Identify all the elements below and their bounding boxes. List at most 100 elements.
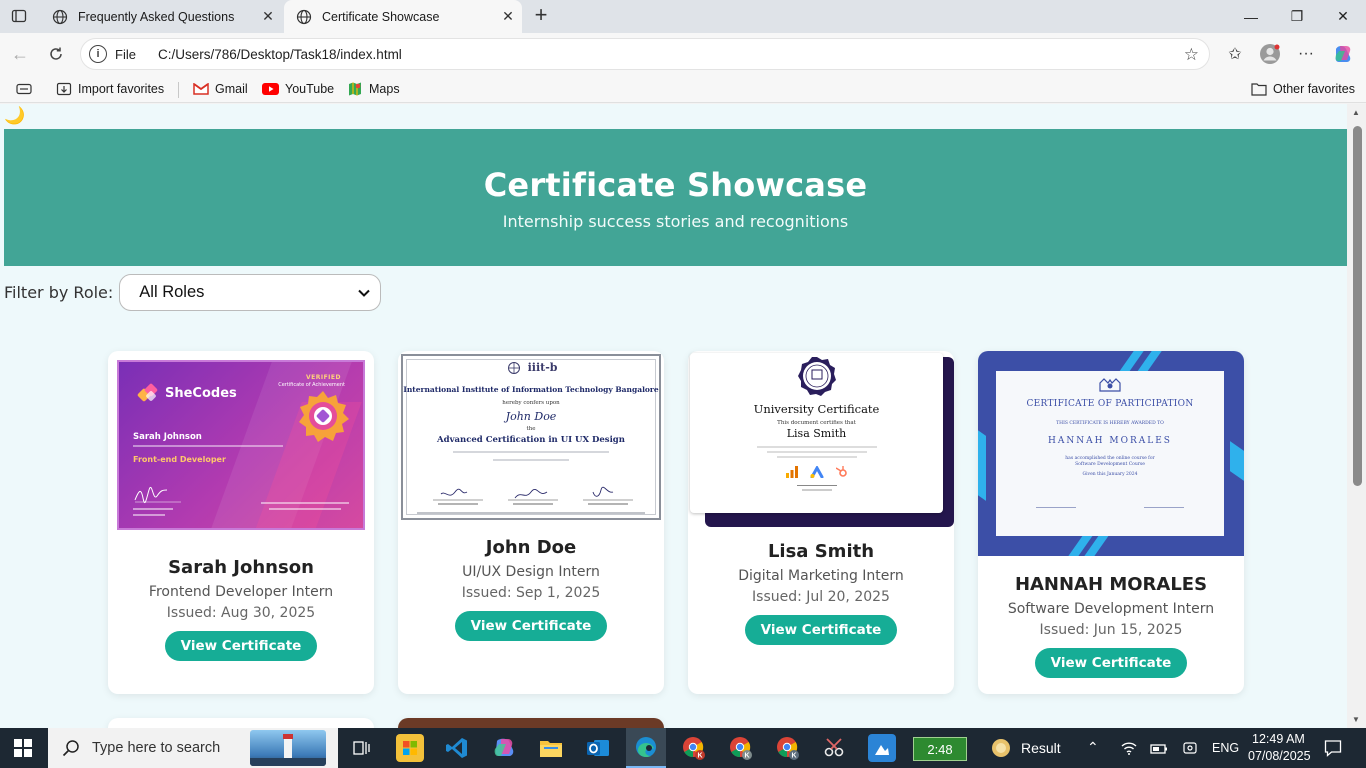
certificate-card: iiit-b International Institute of Inform… xyxy=(398,351,664,694)
scrollbar[interactable]: ▲ ▼ xyxy=(1347,104,1366,728)
result-widget[interactable]: Result xyxy=(990,737,1061,759)
clock-time[interactable]: 12:49 AM xyxy=(1252,732,1305,746)
chrome-profile-icon[interactable]: K xyxy=(680,734,708,762)
minimize-button[interactable]: — xyxy=(1228,0,1274,33)
fav-label: YouTube xyxy=(285,82,335,96)
cert-awarded: THIS CERTIFICATE IS HEREBY AWARDED TO xyxy=(1056,421,1164,426)
copilot-icon[interactable] xyxy=(1330,42,1356,66)
certificate-image[interactable]: iiit-b International Institute of Inform… xyxy=(401,354,661,520)
notifications-icon[interactable] xyxy=(1324,739,1342,762)
edge-icon[interactable] xyxy=(626,728,666,768)
info-icon[interactable]: i xyxy=(89,45,107,63)
paint-icon[interactable] xyxy=(868,734,896,762)
cert-verified: VERIFIED xyxy=(305,374,341,381)
chrome-profile-icon[interactable]: K xyxy=(727,734,755,762)
hubspot-icon xyxy=(835,466,847,477)
file-explorer-icon[interactable] xyxy=(537,734,565,762)
battery-timer[interactable]: 2:48 xyxy=(913,737,967,761)
cert-holder: HANNAH MORALES xyxy=(1048,436,1172,446)
search-icon xyxy=(62,740,79,757)
fav-label: Other favorites xyxy=(1273,82,1355,96)
view-certificate-button[interactable]: View Certificate xyxy=(164,631,318,661)
fav-youtube[interactable]: YouTube xyxy=(262,79,334,99)
favorite-star-icon[interactable]: ☆ xyxy=(1184,45,1199,65)
scrollbar-thumb[interactable] xyxy=(1353,126,1362,486)
fav-other-favorites[interactable]: Other favorites xyxy=(1251,79,1355,99)
snipping-tool-icon[interactable] xyxy=(821,734,849,762)
gmail-icon xyxy=(193,83,209,95)
refresh-button[interactable] xyxy=(44,42,68,66)
svg-text:K: K xyxy=(697,753,702,760)
certificate-card: CERTIFICATE OF PARTICIPATION THIS CERTIF… xyxy=(978,351,1244,694)
security-icon[interactable] xyxy=(1182,740,1198,761)
certificate-card xyxy=(108,718,374,728)
tab-certificate-showcase[interactable]: Certificate Showcase ✕ xyxy=(284,0,522,33)
intern-name: John Doe xyxy=(485,537,577,558)
clock-date[interactable]: 07/08/2025 xyxy=(1248,749,1311,763)
favorites-icon[interactable]: ✩ xyxy=(1222,42,1248,66)
chrome-profile-icon[interactable]: K xyxy=(774,734,802,762)
intern-role: UI/UX Design Intern xyxy=(462,564,600,580)
copilot-app-icon[interactable] xyxy=(490,734,518,762)
cert-kind: Certificate of Achievement xyxy=(278,382,345,388)
fav-import-favorites[interactable]: Import favorites xyxy=(56,79,164,99)
page-viewport: 🌙 Certificate Showcase Internship succes… xyxy=(0,104,1366,728)
tab-title: Frequently Asked Questions xyxy=(78,9,235,24)
new-tab-button[interactable]: + xyxy=(530,4,552,28)
close-tab-icon[interactable]: ✕ xyxy=(260,8,276,24)
maximize-button[interactable]: ❐ xyxy=(1274,0,1320,33)
certificate-image[interactable]: CERTIFICATE OF PARTICIPATION THIS CERTIF… xyxy=(978,351,1244,556)
view-certificate-button[interactable]: View Certificate xyxy=(744,615,898,645)
issued-date: Issued: Sep 1, 2025 xyxy=(461,585,601,601)
certificate-image[interactable]: University Certificate This document cer… xyxy=(688,351,954,527)
close-tab-icon[interactable]: ✕ xyxy=(500,8,516,24)
cert-title: University Certificate xyxy=(753,402,880,416)
battery-icon[interactable] xyxy=(1150,742,1168,760)
cert-brand: SheCodes xyxy=(165,385,237,401)
chevron-up-icon[interactable]: ⌃ xyxy=(1087,739,1099,756)
analytics-icon xyxy=(785,466,798,478)
crest-icon xyxy=(1099,378,1121,392)
taskbar-search[interactable]: Type here to search xyxy=(48,728,338,768)
filter-label: Filter by Role: xyxy=(4,283,114,302)
url-text[interactable]: C:/Users/786/Desktop/Task18/index.html xyxy=(158,47,402,62)
profile-avatar[interactable] xyxy=(1257,42,1283,66)
fav-maps[interactable]: Maps xyxy=(347,79,400,99)
tab-actions-icon[interactable] xyxy=(6,5,32,27)
view-certificate-button[interactable]: View Certificate xyxy=(454,611,608,641)
scroll-up-icon[interactable]: ▲ xyxy=(1352,108,1360,117)
certificate-image[interactable]: SheCodes VERIFIED Certificate of Achieve… xyxy=(117,360,365,530)
more-options-icon[interactable]: ··· xyxy=(1293,42,1319,66)
moon-icon[interactable]: 🌙 xyxy=(4,106,25,126)
fav-label: Maps xyxy=(369,82,400,96)
institute-logo-icon xyxy=(507,362,520,374)
address-field[interactable]: i File C:/Users/786/Desktop/Task18/index… xyxy=(80,38,1210,70)
cert-given: Given this January 2024 xyxy=(1082,472,1138,477)
cert-holder: John Doe xyxy=(505,410,557,423)
favorites-bar-toggle-icon[interactable] xyxy=(16,79,32,99)
university-seal-icon xyxy=(797,357,836,396)
cert-title: CERTIFICATE OF PARTICIPATION xyxy=(1026,399,1194,409)
language-indicator[interactable]: ENG xyxy=(1212,741,1239,755)
role-select-value: All Roles xyxy=(139,283,205,301)
windows-start-icon[interactable] xyxy=(14,739,32,762)
view-certificate-button[interactable]: View Certificate xyxy=(1034,648,1188,678)
search-placeholder: Type here to search xyxy=(92,740,221,756)
outlook-icon[interactable] xyxy=(584,734,612,762)
back-button[interactable]: ← xyxy=(8,42,32,66)
cert-holder: Lisa Smith xyxy=(786,427,847,440)
role-select[interactable]: All Roles xyxy=(119,274,382,311)
svg-text:K: K xyxy=(744,753,749,760)
result-label: Result xyxy=(1021,740,1061,756)
fav-gmail[interactable]: Gmail xyxy=(193,79,248,99)
signatures-image xyxy=(433,486,633,505)
hero-banner: Certificate Showcase Internship success … xyxy=(4,129,1347,266)
close-window-button[interactable]: ✕ xyxy=(1320,0,1366,33)
scroll-down-icon[interactable]: ▼ xyxy=(1352,715,1360,724)
tab-title: Certificate Showcase xyxy=(322,9,440,24)
vscode-icon[interactable] xyxy=(443,734,471,762)
store-icon[interactable] xyxy=(396,734,424,762)
task-view-icon[interactable] xyxy=(348,734,376,762)
wifi-icon[interactable] xyxy=(1120,740,1138,761)
tab-faq[interactable]: Frequently Asked Questions ✕ xyxy=(40,0,282,33)
